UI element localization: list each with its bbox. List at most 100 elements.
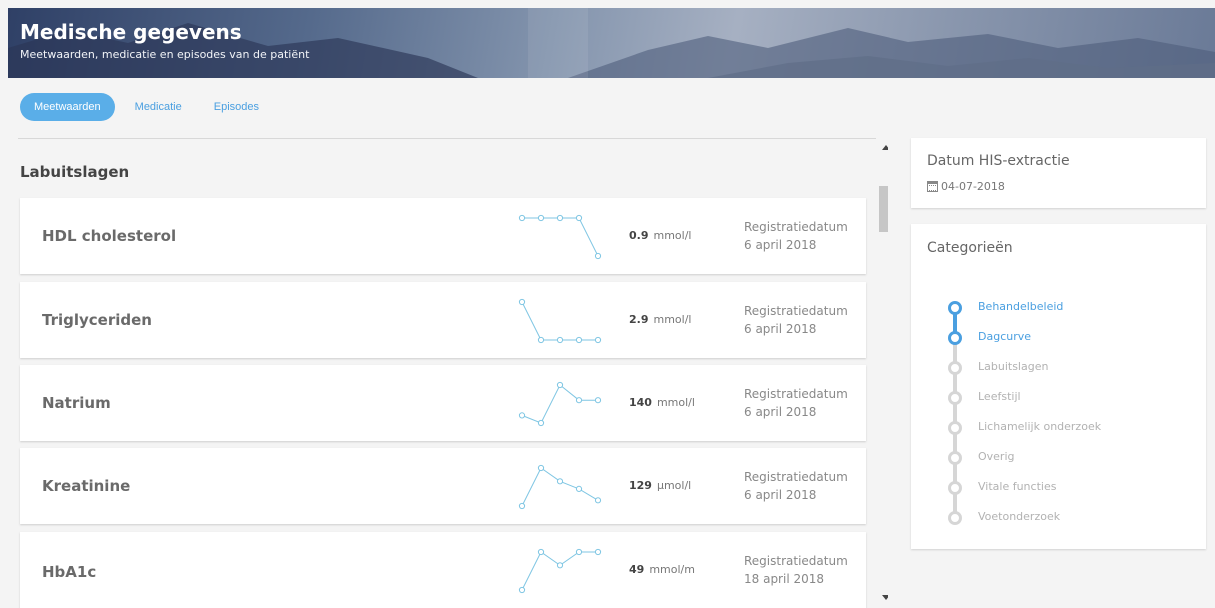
registration-date: 6 april 2018 <box>744 238 817 252</box>
category-item-labuitslagen[interactable]: Labuitslagen <box>978 360 1048 373</box>
measurement-name: Natrium <box>42 394 111 412</box>
value-number: 129 <box>629 479 652 492</box>
measurement-card[interactable]: HDL cholesterol 0.9 mmol/l Registratiedat… <box>20 198 866 274</box>
trend-point <box>594 397 602 404</box>
trend-point <box>556 478 564 485</box>
measurement-value: 0.9 mmol/l <box>629 229 691 242</box>
registration-date: 6 april 2018 <box>744 322 817 336</box>
scroll-up-arrow-icon[interactable] <box>882 145 888 150</box>
trend-sparkline <box>518 548 602 594</box>
trend-line <box>521 301 598 341</box>
trend-sparkline <box>518 464 602 510</box>
category-item-voetonderzoek[interactable]: Voetonderzoek <box>978 510 1060 523</box>
registration-label: Registratiedatum <box>744 470 848 484</box>
category-dot-icon[interactable] <box>948 331 962 345</box>
trend-point <box>556 336 564 344</box>
trend-point <box>575 485 583 492</box>
trend-point <box>518 214 526 222</box>
category-dot-icon[interactable] <box>948 361 962 375</box>
his-date: 04-07-2018 <box>941 180 1005 193</box>
trend-point <box>556 381 564 389</box>
his-extraction-card: Datum HIS-extractie 04-07-2018 <box>911 138 1206 208</box>
category-item-dagcurve[interactable]: Dagcurve <box>978 330 1031 343</box>
category-dot-icon[interactable] <box>948 301 962 315</box>
value-number: 49 <box>629 563 645 576</box>
measurement-card[interactable]: Kreatinine 129 μmol/l Registratiedatum 6 … <box>20 448 866 524</box>
value-unit: μmol/l <box>656 479 692 492</box>
measurement-card[interactable]: HbA1c 49 mmol/m Registratiedatum 18 april… <box>20 532 866 608</box>
his-date-row: 04-07-2018 <box>927 180 1005 193</box>
trend-point <box>537 419 545 427</box>
value-number: 140 <box>629 396 652 409</box>
category-item-overig[interactable]: Overig <box>978 450 1015 463</box>
registration-date: 6 april 2018 <box>744 488 817 502</box>
trend-line <box>521 551 598 591</box>
registration-label: Registratiedatum <box>744 554 848 568</box>
trend-line <box>521 384 598 424</box>
trend-sparkline <box>518 298 602 344</box>
value-unit: mmol/l <box>653 229 692 242</box>
trend-sparkline <box>518 214 602 260</box>
trend-point <box>537 464 545 472</box>
registration-date: 6 april 2018 <box>744 405 817 419</box>
page-subtitle: Meetwaarden, medicatie en episodes van d… <box>20 48 310 61</box>
category-dot-icon[interactable] <box>948 391 962 405</box>
trend-point <box>594 336 602 344</box>
scroll-down-arrow-icon[interactable] <box>882 595 888 600</box>
measurement-card[interactable]: Triglyceriden 2.9 mmol/l Registratiedatum… <box>20 282 866 358</box>
measurement-value: 49 mmol/m <box>629 563 695 576</box>
value-unit: mmol/m <box>649 563 695 576</box>
trend-point <box>556 562 564 569</box>
category-item-lichamelijk-onderzoek[interactable]: Lichamelijk onderzoek <box>978 420 1101 433</box>
measurement-card[interactable]: Natrium 140 mmol/l Registratiedatum 6 apr… <box>20 365 866 441</box>
trend-point <box>575 336 583 344</box>
trend-point <box>575 397 583 404</box>
trend-point <box>594 497 602 504</box>
category-item-vitale-functies[interactable]: Vitale functies <box>978 480 1056 493</box>
tab-medicatie[interactable]: Medicatie <box>123 93 194 121</box>
his-heading: Datum HIS-extractie <box>927 153 1070 169</box>
category-dot-icon[interactable] <box>948 451 962 465</box>
trend-point <box>537 548 545 556</box>
categories-heading: Categorieën <box>927 240 1013 256</box>
scroll-thumb[interactable] <box>879 186 888 232</box>
section-title: Labuitslagen <box>20 163 130 181</box>
trend-point <box>594 252 602 260</box>
trend-line <box>522 217 599 257</box>
tab-meetwaarden[interactable]: Meetwaarden <box>20 93 115 121</box>
category-dot-icon[interactable] <box>948 481 962 495</box>
trend-point <box>594 548 602 556</box>
trend-point <box>518 586 526 594</box>
page-title: Medische gegevens <box>20 20 242 44</box>
trend-point <box>518 502 526 510</box>
value-unit: mmol/l <box>656 396 695 409</box>
registration-label: Registratiedatum <box>744 304 848 318</box>
trend-line <box>521 467 599 507</box>
header-banner: Medische gegevens Meetwaarden, medicatie… <box>8 8 1215 78</box>
measurement-value: 140 mmol/l <box>629 396 695 409</box>
category-dot-icon[interactable] <box>948 421 962 435</box>
registration-label: Registratiedatum <box>744 387 848 401</box>
measurement-value: 129 μmol/l <box>629 479 691 492</box>
measurement-name: Kreatinine <box>42 477 131 495</box>
trend-point <box>518 412 526 419</box>
trend-point <box>537 336 545 344</box>
trend-point <box>575 548 583 556</box>
trend-point <box>556 214 564 222</box>
measurement-name: HDL cholesterol <box>42 227 177 245</box>
category-dot-icon[interactable] <box>948 511 962 525</box>
trend-point <box>537 214 545 222</box>
value-number: 0.9 <box>629 229 649 242</box>
category-item-behandelbeleid[interactable]: Behandelbeleid <box>978 300 1063 313</box>
category-item-leefstijl[interactable]: Leefstijl <box>978 390 1021 403</box>
trend-point <box>518 298 526 306</box>
trend-point <box>575 214 583 222</box>
measurements-panel: Labuitslagen HDL cholesterol 0.9 mmol/l R… <box>8 138 888 608</box>
tab-episodes[interactable]: Episodes <box>202 93 271 121</box>
tab-bar: Meetwaarden Medicatie Episodes <box>20 93 271 121</box>
measurement-value: 2.9 mmol/l <box>629 313 691 326</box>
scrollbar[interactable] <box>878 138 888 608</box>
trend-sparkline <box>518 381 602 427</box>
registration-date: 18 april 2018 <box>744 572 825 586</box>
value-number: 2.9 <box>629 313 649 326</box>
